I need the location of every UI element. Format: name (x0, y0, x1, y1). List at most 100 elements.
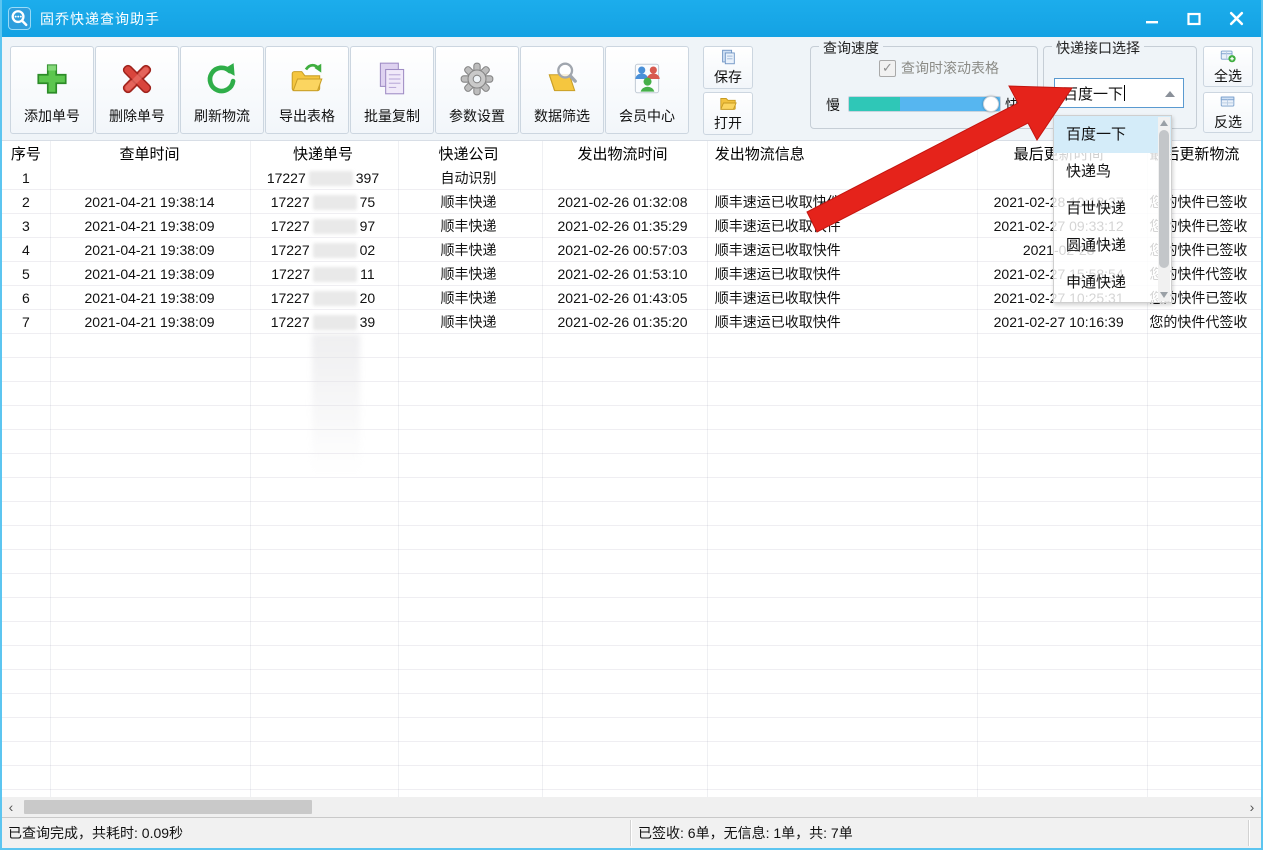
tracking-suffix: 20 (360, 290, 376, 306)
open-icon (719, 94, 737, 112)
privacy-mask (313, 195, 357, 210)
batch-copy-button[interactable]: 批量复制 (350, 46, 434, 134)
api-dropdown-list: 百度一下快递鸟百世快递圆通快递申通快递 (1053, 115, 1172, 303)
button-label: 数据筛选 (534, 106, 590, 126)
scroll-down-icon[interactable] (1160, 292, 1168, 298)
add-tracking-button[interactable]: 添加单号 (10, 46, 94, 134)
dropdown-item[interactable]: 申通快递 (1054, 264, 1171, 301)
cell-tracking-no: 17227 39 (249, 310, 397, 334)
delete-tracking-button[interactable]: 删除单号 (95, 46, 179, 134)
open-button[interactable]: 打开 (703, 92, 753, 135)
save-button[interactable]: 保存 (703, 46, 753, 89)
speed-slider-fill (849, 97, 900, 111)
app-window: 固乔快递查询助手 添加单号 (0, 0, 1263, 850)
cell-query-time: 2021-04-21 19:38:09 (50, 310, 249, 334)
header-company[interactable]: 快递公司 (397, 140, 541, 166)
cell-tracking-no: 1722797 (249, 214, 397, 238)
filter-icon (543, 60, 581, 98)
cell-dispatch-info: 顺丰速运已收取快件 (705, 238, 974, 262)
horizontal-scrollbar[interactable]: ‹ › (2, 797, 1261, 817)
cell-no: 3 (2, 214, 50, 238)
dropdown-item[interactable]: 快递鸟 (1054, 153, 1171, 190)
dropdown-scrollbar-thumb[interactable] (1159, 130, 1169, 268)
tracking-suffix: 11 (360, 266, 375, 282)
window-title: 固乔快递查询助手 (40, 9, 160, 29)
export-icon (288, 60, 326, 98)
button-label: 批量复制 (364, 106, 420, 126)
dropdown-item[interactable]: 百世快递 (1054, 190, 1171, 227)
cell-no: 5 (2, 262, 50, 286)
tracking-prefix: 17227 (271, 314, 310, 330)
cell-no: 6 (2, 286, 50, 310)
cell-tracking-no: 17227 11 (249, 262, 397, 286)
cell-dispatch-info: 顺丰速运已收取快件 (705, 262, 974, 286)
copy-icon (373, 60, 411, 98)
titlebar: 固乔快递查询助手 (0, 0, 1263, 37)
cell-dispatch-info: 顺丰速运已收取快件 (705, 190, 974, 214)
cell-tracking-no: 1722775 (249, 190, 397, 214)
member-center-button[interactable]: 会员中心 (605, 46, 689, 134)
scroll-left-icon[interactable]: ‹ (2, 797, 20, 817)
privacy-mask (313, 243, 357, 258)
button-label: 保存 (714, 67, 742, 87)
checkbox-check-icon: ✓ (879, 60, 896, 77)
cell-query-time: 2021-04-21 19:38:14 (50, 190, 249, 214)
button-label: 会员中心 (619, 106, 675, 126)
privacy-mask (313, 291, 357, 306)
table-row[interactable]: 7 2021-04-21 19:38:09 1722739 顺丰快递 2021-… (2, 310, 1261, 334)
close-button[interactable] (1219, 5, 1253, 33)
speed-slider[interactable] (848, 96, 1001, 112)
cell-dispatch-time: 2021-02-26 01:43:05 (540, 286, 704, 310)
header-dispatch-time[interactable]: 发出物流时间 (540, 140, 704, 166)
refresh-logistics-button[interactable]: 刷新物流 (180, 46, 264, 134)
scroll-up-icon[interactable] (1160, 120, 1168, 126)
data-filter-button[interactable]: 数据筛选 (520, 46, 604, 134)
tracking-suffix: 39 (360, 314, 376, 330)
scroll-right-icon[interactable]: › (1243, 797, 1261, 817)
add-icon (33, 60, 71, 98)
button-label: 导出表格 (279, 106, 335, 126)
export-table-button[interactable]: 导出表格 (265, 46, 349, 134)
app-logo-icon (8, 7, 31, 30)
cell-query-time: 2021-04-21 19:38:09 (50, 214, 249, 238)
header-tracking-no[interactable]: 快递单号 (249, 140, 397, 166)
cell-dispatch-time: 2021-02-26 01:53:10 (540, 262, 704, 286)
cell-no: 7 (2, 310, 50, 334)
refresh-icon (203, 60, 241, 98)
tracking-suffix: 397 (356, 170, 379, 186)
invert-selection-button[interactable]: 反选 (1203, 92, 1253, 133)
cell-query-time: 2021-04-21 19:38:09 (50, 286, 249, 310)
status-right-text: 已签收: 6单，无信息: 1单，共: 7单 (638, 818, 853, 848)
query-speed-group: 查询速度 ✓ 查询时滚动表格 慢 快 (810, 46, 1038, 129)
checkbox-label: 查询时滚动表格 (901, 58, 999, 78)
button-label: 添加单号 (24, 106, 80, 126)
header-no[interactable]: 序号 (2, 140, 50, 166)
speed-slider-thumb[interactable] (983, 96, 999, 112)
scroll-table-checkbox[interactable]: ✓ 查询时滚动表格 (879, 58, 999, 78)
tracking-suffix: 97 (360, 218, 376, 234)
tracking-prefix: 17227 (271, 194, 310, 210)
tracking-prefix: 17227 (271, 266, 310, 282)
header-dispatch-info[interactable]: 发出物流信息 (705, 140, 974, 166)
cell-update-info: 您的快件代签收 (1143, 310, 1261, 334)
cell-company: 顺丰快递 (397, 214, 541, 238)
dropdown-scrollbar[interactable] (1158, 117, 1170, 301)
tracking-prefix: 17227 (271, 290, 310, 306)
select-all-button[interactable]: 全选 (1203, 46, 1253, 87)
dropdown-item[interactable]: 百度一下 (1054, 116, 1171, 153)
cell-dispatch-time: 2021-02-26 01:32:08 (540, 190, 704, 214)
combo-up-arrow-icon[interactable] (1165, 91, 1175, 97)
header-query-time[interactable]: 查单时间 (50, 140, 249, 166)
cell-no: 4 (2, 238, 50, 262)
settings-button[interactable]: 参数设置 (435, 46, 519, 134)
api-combobox[interactable]: 百度一下 (1054, 78, 1184, 108)
dropdown-item[interactable]: 圆通快递 (1054, 227, 1171, 264)
tracking-suffix: 02 (360, 242, 376, 258)
privacy-mask (313, 267, 357, 282)
privacy-mask (313, 315, 357, 330)
invert-select-icon (1219, 93, 1237, 111)
horizontal-scrollbar-thumb[interactable] (24, 800, 312, 814)
maximize-button[interactable] (1177, 5, 1211, 33)
minimize-button[interactable] (1135, 5, 1169, 33)
cell-dispatch-time: 2021-02-26 01:35:29 (540, 214, 704, 238)
